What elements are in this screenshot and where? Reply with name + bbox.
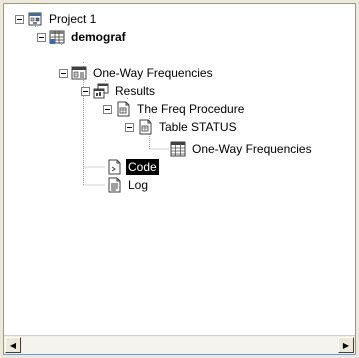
horizontal-scrollbar[interactable]: ◀ ▶ [4,335,355,354]
task-window-icon [71,66,87,80]
table-grid-icon [170,141,186,157]
results-icon [93,83,109,99]
collapse-toggle-icon[interactable] [81,86,90,96]
scroll-left-button[interactable]: ◀ [5,337,21,353]
project-icon [28,12,42,26]
document-chart-icon [117,101,130,117]
log-document-icon [108,177,121,193]
collapse-toggle-icon[interactable] [37,32,46,42]
tree-connector-lines [35,26,169,186]
collapse-toggle-icon[interactable] [103,104,112,114]
tree-node-table[interactable]: Table STATUS [125,118,239,136]
tree-node-task[interactable]: One-Way Frequencies [59,64,215,82]
tree-node-project[interactable]: Project 1 [15,10,98,28]
tree-node-dataset[interactable]: demograf [37,28,128,46]
tree-node-log[interactable]: Log [106,176,150,194]
scrollbar-track[interactable] [22,337,337,353]
arrow-left-icon: ◀ [9,340,17,350]
code-document-icon [108,159,121,175]
tree-node-results[interactable]: Results [81,82,157,100]
tree-node-label: One-Way Frequencies [93,66,213,80]
tree-node-output-table[interactable]: One-Way Frequencies [170,140,314,158]
project-tree[interactable]: Project 1 demograf One-Way Frequencies R… [4,4,355,336]
tree-node-procedure[interactable]: The Freq Procedure [103,100,246,118]
tree-node-label: The Freq Procedure [137,102,245,116]
tree-node-label: Results [115,84,156,98]
collapse-toggle-icon[interactable] [59,68,68,78]
collapse-toggle-icon[interactable] [15,14,24,24]
collapse-toggle-icon[interactable] [125,122,134,132]
project-tree-panel: Project 1 demograf One-Way Frequencies R… [3,3,356,355]
tree-node-code[interactable]: Code [106,158,159,176]
tree-node-label: Project 1 [49,12,97,26]
tree-node-label: Code [126,159,159,175]
scroll-right-button[interactable]: ▶ [338,337,354,353]
tree-node-label: Table STATUS [159,120,237,134]
arrow-right-icon: ▶ [342,340,350,350]
tree-node-label: One-Way Frequencies [192,142,312,156]
tree-node-label: demograf [71,30,126,44]
document-chart-icon [139,119,152,135]
dataset-grid-icon [49,30,65,44]
tree-node-label: Log [128,178,149,192]
